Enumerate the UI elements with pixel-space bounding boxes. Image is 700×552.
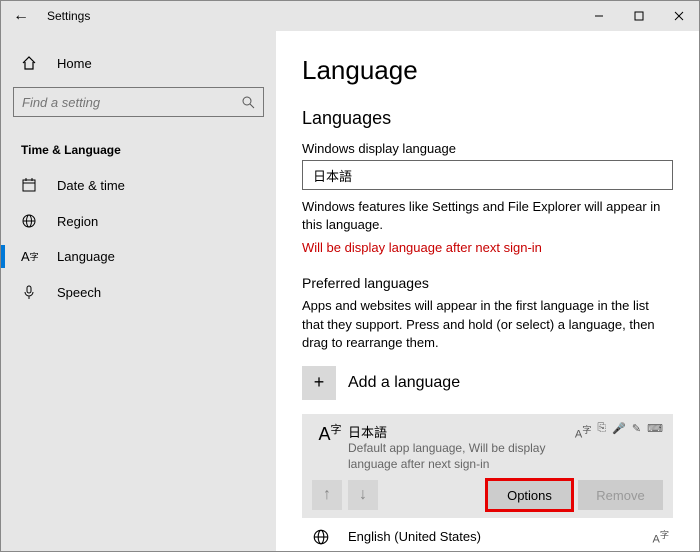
- speech-feature-icon: 🎤: [612, 422, 626, 441]
- home-icon: [21, 55, 41, 71]
- sidebar-section: Time & Language: [1, 125, 276, 167]
- language-glyph-icon: [312, 526, 348, 546]
- handwriting-icon: ✎: [632, 422, 641, 441]
- maximize-button[interactable]: [619, 1, 659, 31]
- search-box[interactable]: [13, 87, 264, 117]
- sidebar-item-datetime[interactable]: Date & time: [1, 167, 276, 203]
- back-button[interactable]: ←: [1, 7, 41, 25]
- language-subtext: Default app language, Will be display la…: [348, 441, 575, 472]
- languages-heading: Languages: [302, 108, 673, 129]
- display-language-label: Windows display language: [302, 141, 673, 156]
- display-language-dropdown[interactable]: 日本語: [302, 160, 673, 190]
- sidebar-item-speech[interactable]: Speech: [1, 274, 276, 310]
- langpack-icon: A字: [575, 422, 592, 441]
- sidebar-item-label: Region: [57, 214, 98, 229]
- move-down-button[interactable]: ↓: [348, 480, 378, 510]
- sidebar-item-region[interactable]: Region: [1, 203, 276, 239]
- sidebar-item-label: Speech: [57, 285, 101, 300]
- window-controls: [579, 1, 699, 31]
- sidebar: Home Time & Language Date & time Region …: [1, 31, 276, 551]
- sidebar-item-label: Language: [57, 249, 115, 264]
- page-title: Language: [302, 55, 673, 86]
- close-button[interactable]: [659, 1, 699, 31]
- options-button[interactable]: Options: [487, 480, 572, 510]
- minimize-button[interactable]: [579, 1, 619, 31]
- add-language-label: Add a language: [348, 374, 460, 392]
- titlebar: ← Settings: [1, 1, 699, 31]
- sidebar-item-language[interactable]: A字 Language: [1, 239, 276, 274]
- language-card-japanese[interactable]: A字 日本語 Default app language, Will be dis…: [302, 414, 673, 518]
- language-glyph-icon: A字: [312, 422, 348, 445]
- move-up-button[interactable]: ↑: [312, 480, 342, 510]
- sidebar-item-label: Date & time: [57, 178, 125, 193]
- language-icon: A字: [21, 249, 41, 264]
- keyboard-icon: ⌨: [647, 422, 663, 441]
- globe-icon: [21, 213, 41, 229]
- preferred-desc: Apps and websites will appear in the fir…: [302, 297, 673, 352]
- display-language-warning: Will be display language after next sign…: [302, 240, 673, 255]
- remove-button: Remove: [578, 480, 663, 510]
- main-content: Language Languages Windows display langu…: [276, 31, 699, 551]
- langpack-icon: A字: [653, 527, 670, 546]
- sidebar-home-label: Home: [57, 56, 92, 71]
- language-card-english[interactable]: English (United States) A字: [302, 518, 673, 546]
- language-name: English (United States): [348, 529, 653, 544]
- window-title: Settings: [41, 9, 90, 23]
- microphone-icon: [21, 284, 41, 300]
- display-language-value: 日本語: [313, 166, 352, 185]
- add-language-row[interactable]: + Add a language: [302, 360, 673, 406]
- tts-icon: ⎘: [597, 422, 606, 441]
- calendar-icon: [21, 177, 41, 193]
- preferred-heading: Preferred languages: [302, 275, 673, 291]
- search-icon: [241, 95, 255, 109]
- search-input[interactable]: [22, 95, 241, 110]
- plus-icon: +: [302, 366, 336, 400]
- language-feature-icons: A字: [653, 527, 670, 546]
- sidebar-home[interactable]: Home: [1, 47, 276, 79]
- language-feature-icons: A字 ⎘ 🎤 ✎ ⌨: [575, 422, 663, 441]
- display-language-desc: Windows features like Settings and File …: [302, 198, 673, 234]
- language-name: 日本語: [348, 422, 575, 441]
